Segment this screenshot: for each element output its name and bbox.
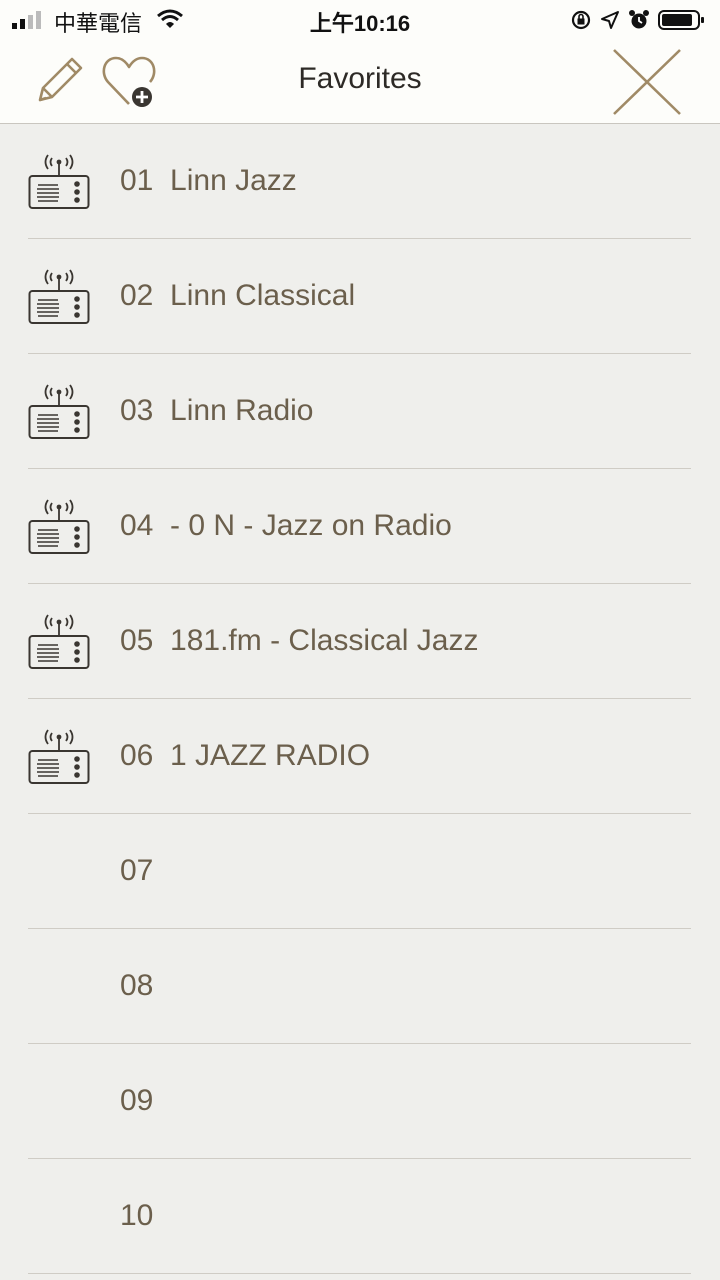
favorite-row[interactable]: 02 Linn Classical [28,239,691,354]
favorite-label: 07 [120,854,154,887]
navigation-bar: Favorites [0,40,720,124]
status-bar: 中華電信 上午10:16 [0,0,720,40]
favorite-label: 09 [120,1084,154,1117]
favorite-label: 05 181.fm - Classical Jazz [120,624,479,657]
close-icon[interactable] [608,46,686,118]
favorite-row[interactable]: 04 - 0 N - Jazz on Radio [28,469,691,584]
favorite-row[interactable]: 09 [28,1044,691,1159]
favorite-row[interactable]: 07 [28,814,691,929]
favorite-label: 03 Linn Radio [120,394,314,427]
favorite-label: 06 1 JAZZ RADIO [120,739,371,772]
favorite-label: 08 [120,969,154,1002]
radio-icon [28,154,90,209]
favorite-row[interactable]: 08 [28,929,691,1044]
rotation-lock-icon [571,10,591,30]
favorites-list: 01 Linn Jazz 02 Linn Classical 03 Linn R… [0,124,720,1274]
favorite-label: 01 Linn Jazz [120,164,297,197]
favorite-label: 10 [120,1199,154,1232]
radio-icon [28,269,90,324]
favorite-row[interactable]: 03 Linn Radio [28,354,691,469]
alarm-icon [629,10,649,29]
favorite-row[interactable]: 10 [28,1159,691,1274]
favorite-row[interactable]: 05 181.fm - Classical Jazz [28,584,691,699]
favorite-label: 02 Linn Classical [120,279,356,312]
radio-icon [28,614,90,669]
radio-icon [28,729,90,784]
location-arrow-icon [601,11,619,29]
favorite-row[interactable]: 06 1 JAZZ RADIO [28,699,691,814]
favorite-row[interactable]: 01 Linn Jazz [28,124,691,239]
status-indicators [570,8,706,32]
radio-icon [28,499,90,554]
favorite-label: 04 - 0 N - Jazz on Radio [120,509,452,542]
radio-icon [28,384,90,439]
battery-icon [658,10,704,30]
